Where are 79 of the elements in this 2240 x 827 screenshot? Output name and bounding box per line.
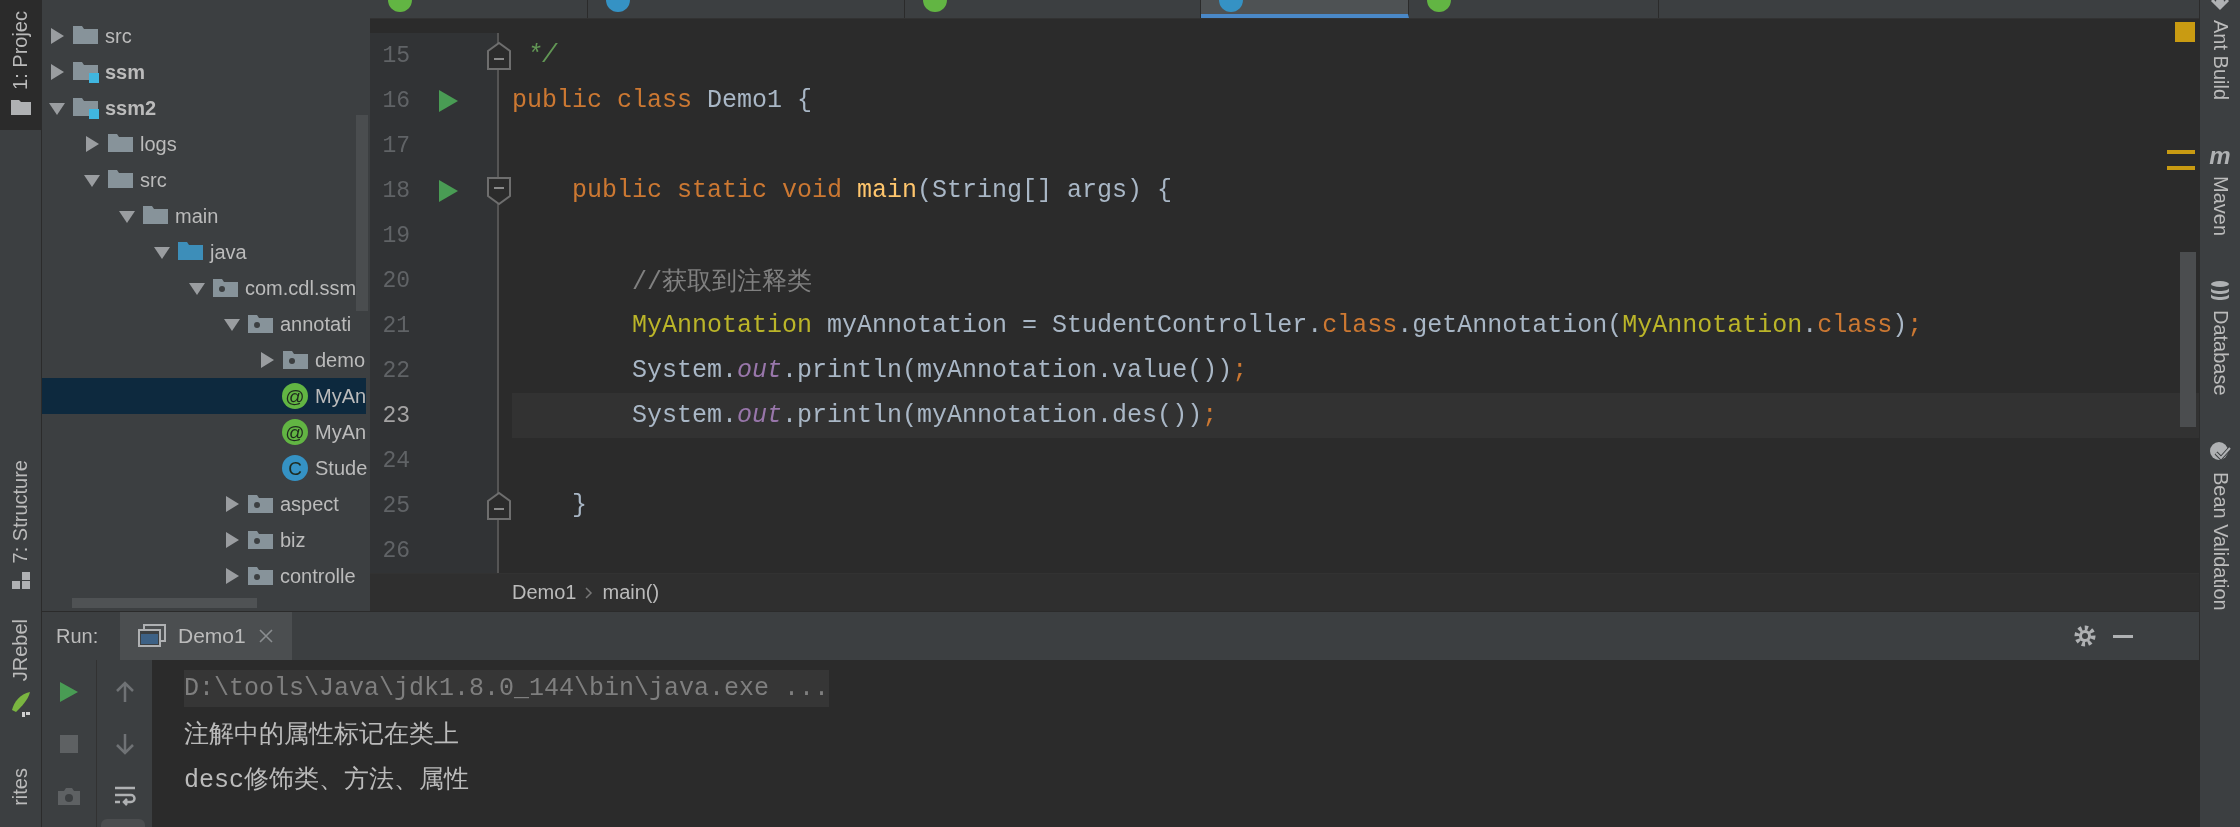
tool-window-tab[interactable]: JRebel xyxy=(0,619,41,728)
editor-tab[interactable] xyxy=(1201,0,1409,18)
close-icon[interactable] xyxy=(257,628,274,645)
tree-item[interactable]: main xyxy=(42,198,354,234)
code-line: MyAnnotation myAnnotation = StudentController.class.getAnnotation(MyAnnotation.class); xyxy=(631,311,1923,340)
class-icon: C xyxy=(282,455,308,481)
camera-icon xyxy=(57,786,81,807)
panel-label: Run: xyxy=(55,624,100,648)
tree-item[interactable]: @ MyAn xyxy=(42,378,367,414)
breadcrumb-item[interactable]: Demo1 xyxy=(512,581,577,605)
package-icon xyxy=(247,528,275,552)
annotation-icon: @ xyxy=(282,383,308,409)
code-line: public class Demo1 { xyxy=(512,86,813,115)
up-arrow-icon xyxy=(114,681,135,704)
breadcrumb-item[interactable]: main() xyxy=(602,581,660,605)
fold-icon[interactable] xyxy=(486,490,512,521)
tree-item[interactable]: com.cdl.ssm xyxy=(42,270,357,306)
code-line: */ xyxy=(526,41,557,70)
expand-arrow-icon[interactable] xyxy=(83,135,101,153)
package-icon xyxy=(212,276,240,300)
tree-item[interactable]: @ MyAn xyxy=(42,414,367,450)
tree-item[interactable]: annotati xyxy=(42,306,354,342)
window-icon xyxy=(138,624,166,649)
scrollbar[interactable] xyxy=(2180,252,2196,427)
tool-window-tab[interactable]: Database xyxy=(2208,280,2232,396)
folder-icon xyxy=(9,98,32,116)
module-folder-icon xyxy=(72,60,100,84)
package-icon xyxy=(247,312,275,336)
code-line: public static void main(String[] args) { xyxy=(571,176,1173,205)
code-line: } xyxy=(571,491,587,520)
expand-arrow-icon[interactable] xyxy=(223,531,241,549)
tree-item[interactable]: controlle xyxy=(42,558,356,594)
tool-window-tab[interactable]: 7: Structure xyxy=(0,460,41,600)
tree-item[interactable]: aspect xyxy=(42,486,354,522)
expand-arrow-icon[interactable] xyxy=(48,63,66,81)
annotation-icon: @ xyxy=(282,419,308,445)
package-icon xyxy=(282,348,310,372)
code-line: System.out.println(myAnnotation.value()); xyxy=(631,356,1248,385)
expand-arrow-icon[interactable] xyxy=(258,351,276,369)
structure-icon xyxy=(9,571,32,592)
tool-window-tab[interactable]: Ant Build xyxy=(2208,0,2232,101)
tree-item[interactable]: C Stude xyxy=(42,450,368,486)
fold-icon[interactable] xyxy=(486,40,512,71)
chevron-icon xyxy=(584,585,595,600)
database-icon xyxy=(2209,280,2231,303)
tool-window-tab[interactable]: m Maven xyxy=(2208,144,2232,237)
tool-window-tab[interactable]: 1: Projec xyxy=(0,0,41,130)
tree-item[interactable]: src xyxy=(42,162,354,198)
expand-arrow-icon[interactable] xyxy=(223,495,241,513)
settings-icon[interactable] xyxy=(2073,624,2097,649)
module-folder-icon xyxy=(72,96,100,120)
tree-item[interactable]: logs xyxy=(42,126,354,162)
tree-item[interactable]: ssm xyxy=(42,54,354,90)
run-icon[interactable] xyxy=(437,178,459,203)
stop-icon xyxy=(59,734,79,755)
tree-item[interactable]: demo xyxy=(42,342,366,378)
tree-item[interactable]: ssm2 xyxy=(42,90,354,126)
tool-window-tab[interactable]: Bean Validation xyxy=(2208,439,2232,611)
package-icon xyxy=(247,564,275,588)
tool-window-tab[interactable]: rites xyxy=(0,767,41,814)
warning-marker[interactable] xyxy=(2175,22,2195,42)
tree-item[interactable]: src xyxy=(42,18,354,54)
fold-icon[interactable] xyxy=(486,175,512,206)
down-arrow-icon xyxy=(114,733,135,756)
maven-icon: m xyxy=(2209,144,2231,169)
tree-item[interactable]: java xyxy=(42,234,354,270)
run-tab[interactable]: Demo1 xyxy=(120,612,292,661)
wrap-icon xyxy=(112,785,137,808)
expand-arrow-icon[interactable] xyxy=(48,27,66,45)
console-output: 注解中的属性标记在类上 xyxy=(184,720,459,751)
run-icon[interactable] xyxy=(437,88,459,113)
console-output: desc修饰类、方法、属性 xyxy=(184,765,469,796)
code-line: //获取到注释类 xyxy=(631,267,813,297)
package-icon xyxy=(247,492,275,516)
code-line: System.out.println(myAnnotation.des()); xyxy=(631,401,1218,430)
line-number: 23 xyxy=(381,402,410,429)
run-icon xyxy=(58,680,80,705)
expand-arrow-icon[interactable] xyxy=(223,567,241,585)
tree-item[interactable]: biz xyxy=(42,522,354,558)
